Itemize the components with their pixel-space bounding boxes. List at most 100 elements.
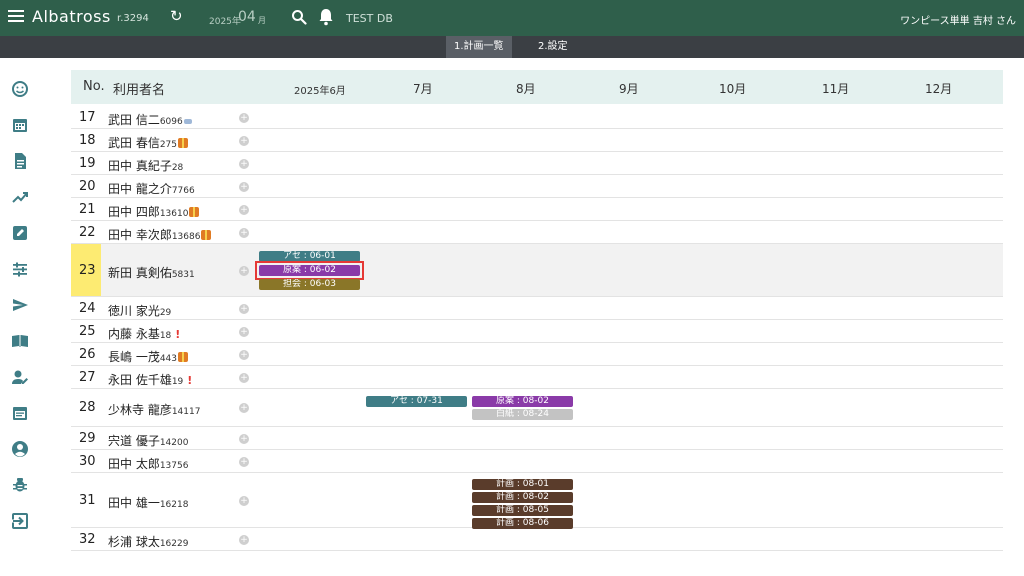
table-row[interactable]: 18 武田 春信275 + bbox=[71, 129, 1003, 152]
add-plan-icon[interactable]: + bbox=[239, 304, 249, 314]
user-id: 29 bbox=[159, 308, 172, 318]
date-month[interactable]: 04 bbox=[238, 9, 256, 25]
user-name-cell[interactable]: 永田 佐千雄19! bbox=[108, 371, 192, 388]
menu-icon[interactable] bbox=[8, 10, 24, 24]
add-plan-icon[interactable]: + bbox=[239, 457, 249, 467]
user-name: 田中 雄一 bbox=[108, 496, 160, 510]
plan-grid: No. 利用者名 2025年6月 7月 8月 9月 10月 11月 12月 17… bbox=[71, 70, 1003, 576]
search-icon[interactable] bbox=[291, 9, 307, 25]
plan-event-chip[interactable]: 担会 : 06-03 bbox=[259, 279, 360, 290]
table-row[interactable]: 27 永田 佐千雄19! + bbox=[71, 366, 1003, 389]
plan-event-chip[interactable]: 計画 : 08-05 bbox=[472, 505, 573, 516]
smile-icon[interactable] bbox=[11, 80, 29, 98]
plan-event-chip[interactable]: 計画 : 08-06 bbox=[472, 518, 573, 529]
user-name-cell[interactable]: 長嶋 一茂443 bbox=[108, 348, 189, 365]
add-plan-icon[interactable]: + bbox=[239, 182, 249, 192]
table-row[interactable]: 22 田中 幸次郎13686 + bbox=[71, 221, 1003, 244]
add-plan-icon[interactable]: + bbox=[239, 434, 249, 444]
user-name-cell[interactable]: 田中 雄一16218 bbox=[108, 494, 188, 511]
user-name-cell[interactable]: 内藤 永基18! bbox=[108, 325, 180, 342]
user-id: 275 bbox=[159, 140, 178, 150]
book-icon[interactable] bbox=[11, 332, 29, 350]
tune-icon[interactable] bbox=[11, 260, 29, 278]
user-name-cell[interactable]: 田中 龍之介7766 bbox=[108, 180, 195, 197]
user-name-cell[interactable]: 田中 四郎13610 bbox=[108, 203, 200, 220]
table-row[interactable]: 29 宍道 優子14200 + bbox=[71, 427, 1003, 450]
add-plan-icon[interactable]: + bbox=[239, 327, 249, 337]
user-name-cell[interactable]: 宍道 優子14200 bbox=[108, 432, 188, 449]
user-name: 新田 真剣佑 bbox=[108, 266, 172, 280]
add-plan-icon[interactable]: + bbox=[239, 136, 249, 146]
add-plan-icon[interactable]: + bbox=[239, 496, 249, 506]
user-id: 18 bbox=[159, 331, 172, 341]
highlight-box bbox=[255, 261, 364, 280]
user-name-cell[interactable]: 武田 信二6096 bbox=[108, 111, 192, 128]
gift-icon bbox=[178, 138, 189, 148]
logout-icon[interactable] bbox=[11, 512, 29, 530]
plan-event-chip[interactable]: 計画 : 08-02 bbox=[472, 492, 573, 503]
alert-icon: ! bbox=[187, 374, 193, 387]
tab-settings[interactable]: 2.設定 bbox=[530, 36, 576, 58]
table-row[interactable]: 23 新田 真剣佑5831 + bbox=[71, 244, 1003, 297]
plan-event-chip[interactable]: 計画 : 08-01 bbox=[472, 479, 573, 490]
person-edit-icon[interactable] bbox=[11, 368, 29, 386]
row-number: 27 bbox=[79, 370, 96, 385]
add-plan-icon[interactable]: + bbox=[239, 535, 249, 545]
table-row[interactable]: 32 杉浦 球太16229 + bbox=[71, 528, 1003, 551]
add-plan-icon[interactable]: + bbox=[239, 403, 249, 413]
calendar-icon[interactable] bbox=[11, 116, 29, 134]
row-number: 19 bbox=[79, 156, 96, 171]
table-row[interactable]: 30 田中 太郎13756 + bbox=[71, 450, 1003, 473]
bug-icon[interactable] bbox=[11, 476, 29, 494]
user-name-cell[interactable]: 杉浦 球太16229 bbox=[108, 533, 188, 550]
add-plan-icon[interactable]: + bbox=[239, 228, 249, 238]
table-row[interactable]: 26 長嶋 一茂443 + bbox=[71, 343, 1003, 366]
add-plan-icon[interactable]: + bbox=[239, 266, 249, 276]
user-name-cell[interactable]: 田中 真紀子28 bbox=[108, 157, 183, 174]
user-name: 武田 信二 bbox=[108, 113, 160, 127]
table-row[interactable]: 19 田中 真紀子28 + bbox=[71, 152, 1003, 175]
add-plan-icon[interactable]: + bbox=[239, 113, 249, 123]
user-name-cell[interactable]: 田中 幸次郎13686 bbox=[108, 226, 212, 243]
event-note-icon[interactable] bbox=[11, 404, 29, 422]
db-name: TEST DB bbox=[346, 12, 393, 25]
top-bar: Albatross r.3294 ↻ 2025年 04 月 TEST DB ワン… bbox=[0, 0, 1024, 36]
table-row[interactable]: 28 少林寺 龍彦14117 + bbox=[71, 389, 1003, 427]
add-plan-icon[interactable]: + bbox=[239, 159, 249, 169]
user-id: 13686 bbox=[171, 232, 201, 242]
add-plan-icon[interactable]: + bbox=[239, 350, 249, 360]
table-row[interactable]: 25 内藤 永基18! + bbox=[71, 320, 1003, 343]
trending-icon[interactable] bbox=[11, 188, 29, 206]
date-year: 2025年 bbox=[209, 17, 241, 27]
table-row[interactable]: 17 武田 信二6096 + bbox=[71, 106, 1003, 129]
user-name[interactable]: ワンピース単単 吉村 さん bbox=[900, 12, 1016, 27]
tab-plan-list[interactable]: 1.計画一覧 bbox=[446, 36, 512, 58]
plan-event-chip[interactable]: アセ : 07-31 bbox=[366, 396, 467, 407]
user-name-cell[interactable]: 徳川 家光29 bbox=[108, 302, 171, 319]
user-name-cell[interactable]: 少林寺 龍彦14117 bbox=[108, 401, 200, 418]
user-name-cell[interactable]: 田中 太郎13756 bbox=[108, 455, 188, 472]
user-id: 16218 bbox=[159, 500, 189, 510]
row-number: 18 bbox=[79, 133, 96, 148]
user-name-cell[interactable]: 武田 春信275 bbox=[108, 134, 189, 151]
document-icon[interactable] bbox=[11, 152, 29, 170]
user-name-cell[interactable]: 新田 真剣佑5831 bbox=[108, 264, 195, 281]
gift-icon bbox=[189, 207, 200, 217]
plan-event-chip[interactable]: 原案 : 08-02 bbox=[472, 396, 573, 407]
refresh-icon[interactable]: ↻ bbox=[170, 9, 183, 24]
send-icon[interactable] bbox=[11, 296, 29, 314]
app-title[interactable]: Albatross bbox=[32, 7, 111, 26]
date-month-unit: 月 bbox=[258, 16, 266, 25]
add-plan-icon[interactable]: + bbox=[239, 373, 249, 383]
header-month: 7月 bbox=[413, 82, 433, 96]
table-row[interactable]: 20 田中 龍之介7766 + bbox=[71, 175, 1003, 198]
edit-icon[interactable] bbox=[11, 224, 29, 242]
bell-icon[interactable] bbox=[318, 8, 334, 26]
table-row[interactable]: 21 田中 四郎13610 + bbox=[71, 198, 1003, 221]
add-plan-icon[interactable]: + bbox=[239, 205, 249, 215]
header-month: 2025年6月 bbox=[294, 86, 346, 97]
plan-event-chip[interactable]: 白紙 : 08-24 bbox=[472, 409, 573, 420]
table-row[interactable]: 24 徳川 家光29 + bbox=[71, 297, 1003, 320]
account-circle-icon[interactable] bbox=[11, 440, 29, 458]
app-revision: r.3294 bbox=[117, 13, 149, 24]
